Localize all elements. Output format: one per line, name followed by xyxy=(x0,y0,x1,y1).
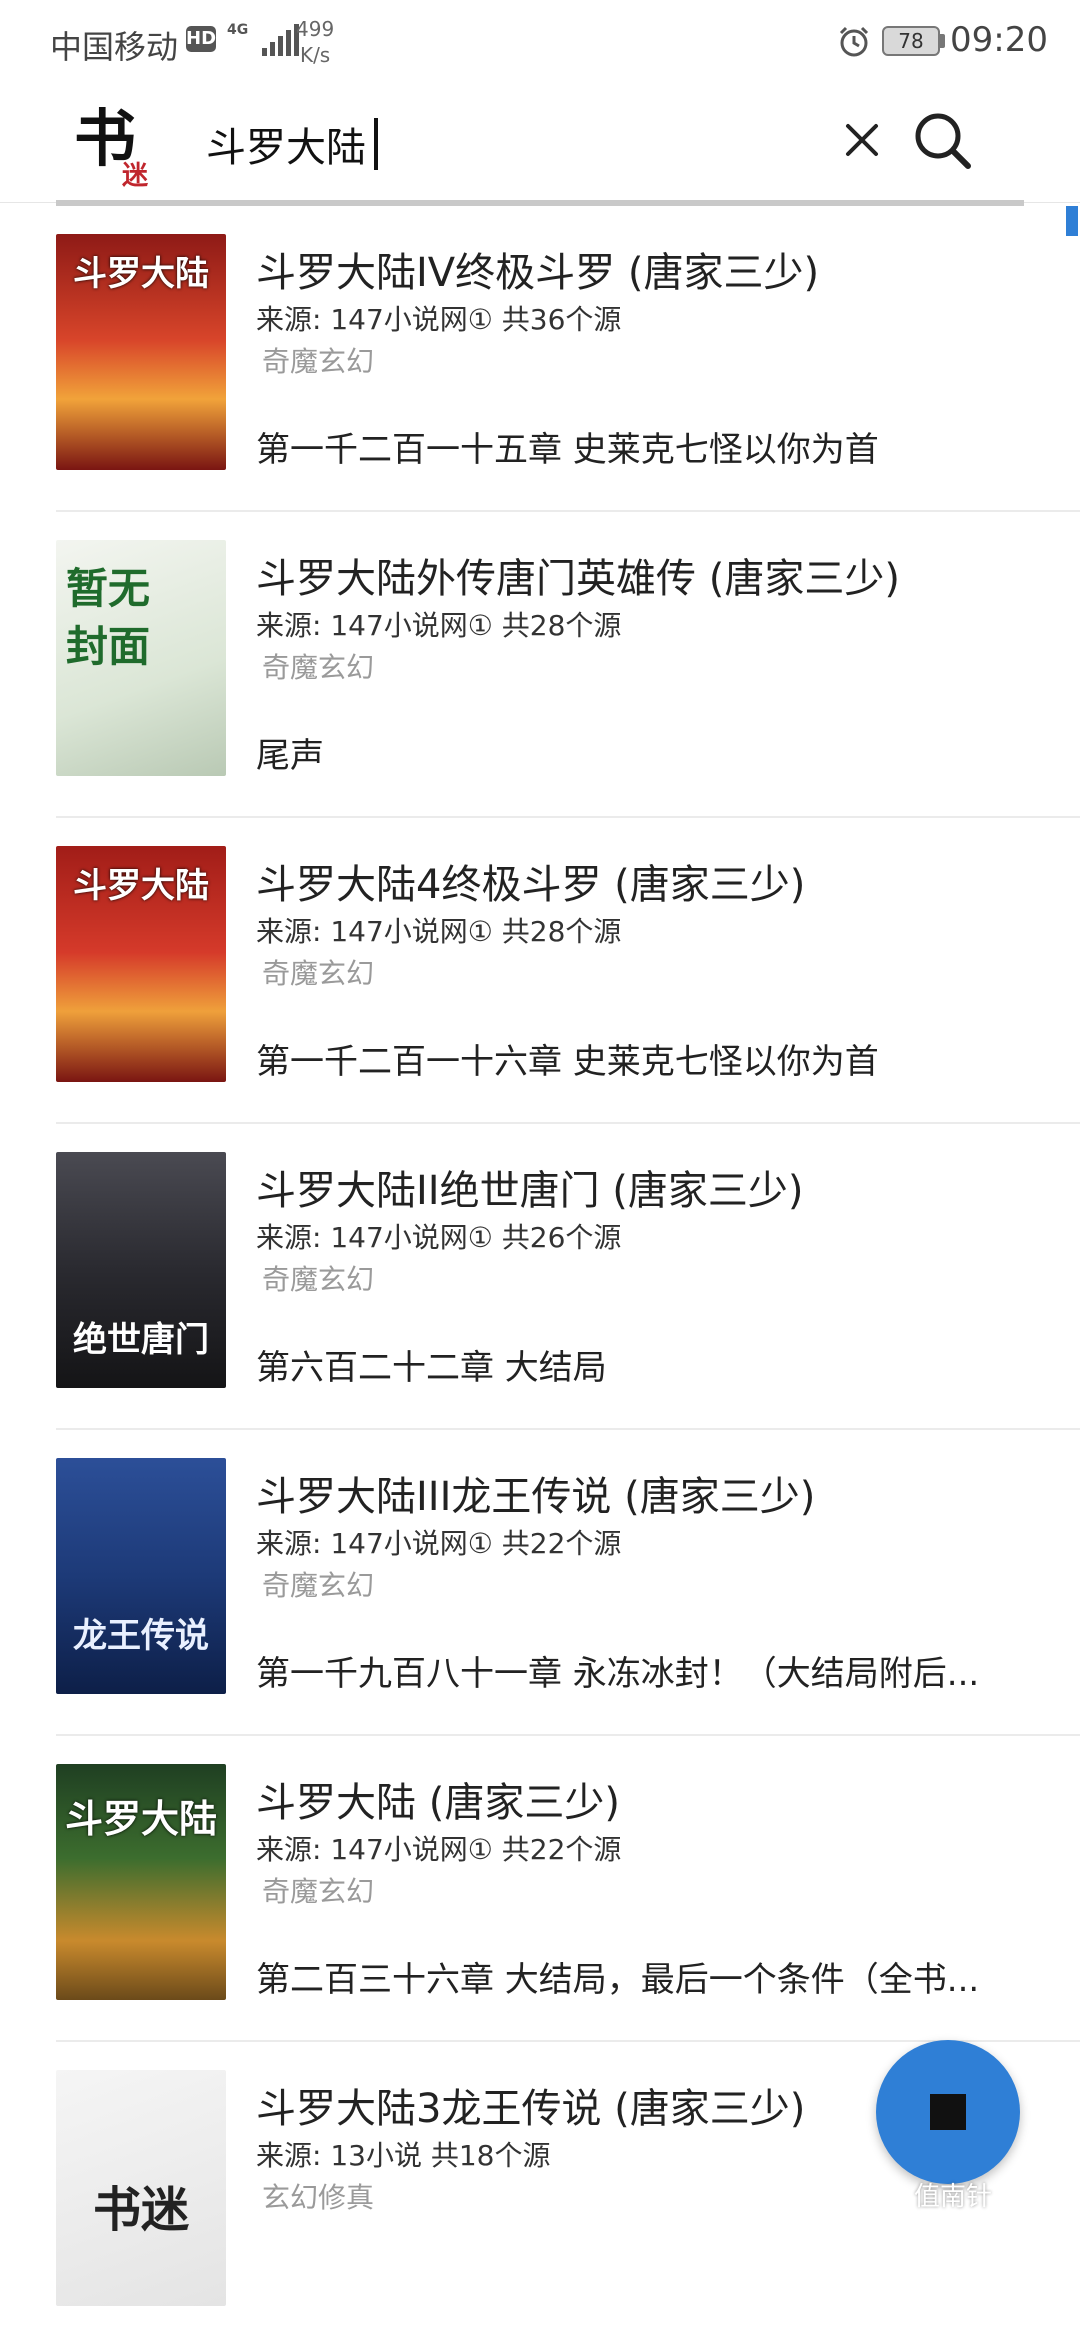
clear-icon[interactable] xyxy=(836,114,888,166)
book-cover: 暂无封面 xyxy=(56,540,226,776)
book-title: 斗罗大陆II绝世唐门 (唐家三少) xyxy=(256,1168,804,1214)
list-item[interactable]: 斗罗大陆 斗罗大陆IV终极斗罗 (唐家三少) 来源: 147小说网① 共36个源… xyxy=(0,206,1080,512)
book-title: 斗罗大陆4终极斗罗 (唐家三少) xyxy=(256,862,806,908)
latest-chapter: 第一千二百一十六章 史莱克七怪以你为首 xyxy=(256,1042,879,1082)
net-speed-unit: K/s xyxy=(299,43,331,67)
battery-tip xyxy=(940,34,945,48)
cover-title: 暂无封面 xyxy=(66,564,151,671)
book-title: 斗罗大陆3龙王传说 (唐家三少) xyxy=(256,2086,806,2132)
app-logo[interactable]: 书 迷 xyxy=(70,98,160,190)
cover-title: 斗罗大陆 xyxy=(73,866,209,906)
alarm-icon xyxy=(839,26,869,57)
list-item[interactable]: 斗罗大陆 斗罗大陆4终极斗罗 (唐家三少) 来源: 147小说网① 共28个源 … xyxy=(0,818,1080,1124)
book-source: 来源: 147小说网① 共36个源 xyxy=(256,303,622,336)
book-cover: 书迷 xyxy=(56,2070,226,2306)
battery-icon: 78 xyxy=(882,26,940,56)
book-source: 来源: 147小说网① 共22个源 xyxy=(256,1527,622,1560)
text-caret xyxy=(374,118,378,170)
list-item[interactable]: 龙王传说 斗罗大陆III龙王传说 (唐家三少) 来源: 147小说网① 共22个… xyxy=(0,1430,1080,1736)
latest-chapter: 第一千二百一十五章 史莱克七怪以你为首 xyxy=(256,430,879,470)
book-genre: 奇魔玄幻 xyxy=(262,957,375,990)
latest-chapter: 第六百二十二章 大结局 xyxy=(256,1348,607,1388)
latest-chapter: 第二百三十六章 大结局，最后一个条件（全书... xyxy=(256,1960,980,2000)
search-input[interactable] xyxy=(206,114,806,174)
cover-title: 斗罗大陆 xyxy=(73,254,209,294)
network-type: 4G xyxy=(227,22,249,38)
book-cover: 斗罗大陆 xyxy=(56,1764,226,2000)
book-genre: 玄幻修真 xyxy=(262,2181,375,2214)
book-cover: 斗罗大陆 xyxy=(56,846,226,1082)
clock: 09:20 xyxy=(950,20,1048,60)
book-source: 来源: 147小说网① 共26个源 xyxy=(256,1221,622,1254)
book-title: 斗罗大陆外传唐门英雄传 (唐家三少) xyxy=(256,556,900,602)
book-cover: 绝世唐门 xyxy=(56,1152,226,1388)
search-icon[interactable] xyxy=(910,108,974,172)
search-header: 书 迷 xyxy=(0,84,1080,203)
book-title: 斗罗大陆 (唐家三少) xyxy=(256,1780,620,1826)
list-item[interactable]: 暂无封面 斗罗大陆外传唐门英雄传 (唐家三少) 来源: 147小说网① 共28个… xyxy=(0,512,1080,818)
book-genre: 奇魔玄幻 xyxy=(262,1875,375,1908)
latest-chapter: 尾声 xyxy=(256,736,324,776)
book-genre: 奇魔玄幻 xyxy=(262,345,375,378)
book-source: 来源: 147小说网① 共28个源 xyxy=(256,609,622,642)
list-item[interactable]: 斗罗大陆 斗罗大陆 (唐家三少) 来源: 147小说网① 共22个源 奇魔玄幻 … xyxy=(0,1736,1080,2042)
book-cover: 斗罗大陆 xyxy=(56,234,226,470)
cover-title: 龙王传说 xyxy=(73,1616,209,1656)
status-bar: 中国移动 HD 4G 499 K/s 78 09:20 xyxy=(0,0,1080,84)
book-genre: 奇魔玄幻 xyxy=(262,1263,375,1296)
carrier-label: 中国移动 xyxy=(50,28,179,66)
book-title: 斗罗大陆III龙王传说 (唐家三少) xyxy=(256,1474,816,1520)
net-speed: 499 K/s xyxy=(296,16,334,68)
book-genre: 奇魔玄幻 xyxy=(262,651,375,684)
cover-title: 书迷 xyxy=(92,2182,189,2238)
book-genre: 奇魔玄幻 xyxy=(262,1569,375,1602)
stop-icon xyxy=(930,2094,966,2130)
book-source: 来源: 147小说网① 共22个源 xyxy=(256,1833,622,1866)
book-source: 来源: 13小说 共18个源 xyxy=(256,2139,551,2172)
wechat-icon xyxy=(871,2176,905,2202)
list-item[interactable]: 绝世唐门 斗罗大陆II绝世唐门 (唐家三少) 来源: 147小说网① 共26个源… xyxy=(0,1124,1080,1430)
cover-title: 绝世唐门 xyxy=(73,1320,209,1360)
book-source: 来源: 147小说网① 共28个源 xyxy=(256,915,622,948)
hd-badge: HD xyxy=(186,26,216,52)
watermark: 值南针 xyxy=(914,2182,993,2212)
latest-chapter: 第一千九百八十一章 永冻冰封！（大结局附后... xyxy=(256,1654,980,1694)
app-logo-sub: 迷 xyxy=(122,161,149,190)
stop-search-button[interactable] xyxy=(876,2040,1020,2184)
cover-title: 斗罗大陆 xyxy=(64,1796,217,1841)
book-cover: 龙王传说 xyxy=(56,1458,226,1694)
book-title: 斗罗大陆IV终极斗罗 (唐家三少) xyxy=(256,250,820,296)
net-speed-value: 499 xyxy=(296,17,335,41)
